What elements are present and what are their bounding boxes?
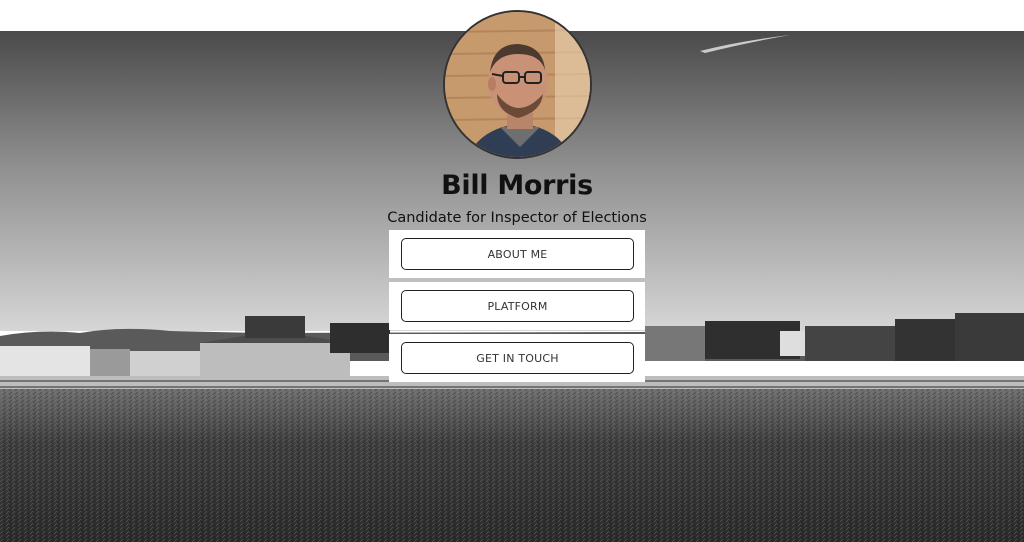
profile-subtitle: Candidate for Inspector of Elections <box>387 210 647 226</box>
get-in-touch-button[interactable]: GET IN TOUCH <box>401 342 634 374</box>
about-me-button[interactable]: ABOUT ME <box>401 238 634 270</box>
link-card-contact: GET IN TOUCH <box>389 334 645 382</box>
link-card-platform: PLATFORM <box>389 282 645 330</box>
profile-name: Bill Morris <box>441 170 593 201</box>
platform-button[interactable]: PLATFORM <box>401 290 634 322</box>
link-card-about: ABOUT ME <box>389 230 645 278</box>
profile-avatar <box>443 10 592 159</box>
